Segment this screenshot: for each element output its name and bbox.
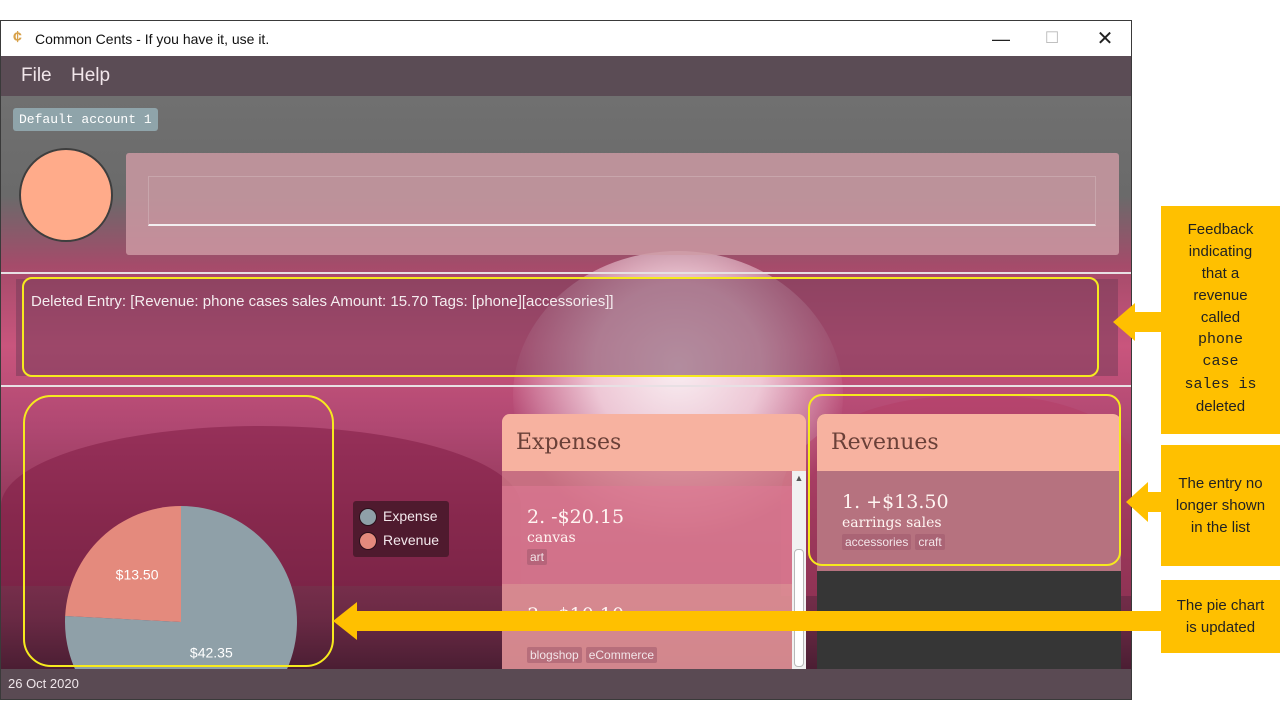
callout-line: longer shown (1175, 497, 1266, 514)
arrow-icon (1134, 312, 1161, 332)
callout-line: The pie chart (1176, 597, 1265, 614)
highlight-result-box (22, 277, 1099, 377)
divider (1, 385, 1131, 387)
callout-feedback: Feedback indicating that a revenue calle… (1161, 206, 1280, 434)
expense-entry[interactable]: 2. -$20.15 canvas art (502, 486, 792, 584)
arrow-left-icon (1113, 303, 1135, 341)
legend-item-revenue: Revenue (359, 529, 449, 553)
menu-file[interactable]: File (21, 65, 52, 87)
divider (1, 272, 1131, 274)
chart-legend: Expense Revenue (353, 501, 449, 557)
tag: eCommerce (585, 647, 658, 663)
highlight-pie-chart (23, 395, 334, 667)
highlight-revenues-list (808, 394, 1121, 566)
legend-swatch (359, 532, 377, 550)
legend-swatch (359, 508, 377, 526)
command-input[interactable] (148, 176, 1096, 226)
callout-line: is updated (1185, 619, 1256, 636)
expenses-header: Expenses (502, 414, 806, 471)
callout-line: sales is (1161, 373, 1280, 396)
entry-tags: art (527, 548, 551, 566)
cents-logo-icon: ¢ (13, 29, 22, 46)
arrow-left-icon (1126, 482, 1148, 522)
maximize-button[interactable]: ☐ (1032, 26, 1072, 52)
callout-line: Feedback (1187, 221, 1254, 238)
callout-line: indicating (1188, 243, 1253, 260)
callout-line: called (1200, 309, 1241, 326)
callout-line: in the list (1190, 519, 1251, 536)
status-date: 26 Oct 2020 (8, 676, 79, 691)
callout-line: deleted (1195, 398, 1246, 415)
arrow-icon (356, 611, 1161, 631)
window-title: Common Cents - If you have it, use it. (35, 31, 270, 47)
callout-line: sales is (1184, 376, 1257, 393)
entry-description: canvas (527, 530, 576, 546)
status-bar: 26 Oct 2020 (1, 669, 1131, 699)
entry-tags: blogshop eCommerce (527, 646, 661, 664)
expenses-panel: Expenses 2. -$20.15 canvas art 3. -$10.1… (502, 414, 806, 684)
scroll-up-icon[interactable]: ▲ (792, 471, 806, 485)
arrow-left-icon (333, 602, 357, 640)
command-panel (126, 153, 1119, 255)
scrollbar-thumb[interactable] (794, 549, 804, 667)
minimize-button[interactable]: — (981, 26, 1021, 52)
avatar (19, 148, 113, 242)
entry-title: 2. -$20.15 (527, 506, 625, 528)
legend-label: Revenue (383, 532, 440, 548)
callout-line: case (1202, 353, 1239, 370)
callout-line: that a (1201, 265, 1240, 282)
callout-line: revenue (1193, 287, 1248, 304)
callout-line: The entry no (1178, 475, 1263, 492)
menu-bar: File Help (1, 56, 1131, 96)
callout-line: phone (1197, 331, 1243, 348)
title-bar: ¢ Common Cents - If you have it, use it.… (1, 21, 1131, 56)
account-name-badge: Default account 1 (13, 108, 158, 131)
tag: art (527, 549, 548, 565)
legend-item-expense: Expense (359, 505, 449, 529)
tag: blogshop (527, 647, 582, 663)
callout-entry: The entry no longer shown in the list (1161, 445, 1280, 566)
menu-help[interactable]: Help (71, 65, 110, 87)
close-button[interactable]: ✕ (1085, 26, 1125, 52)
expenses-scrollbar[interactable]: ▲ ▼ (792, 471, 806, 684)
expenses-title: Expenses (516, 430, 622, 455)
callout-pie: The pie chart is updated (1161, 580, 1280, 653)
legend-label: Expense (383, 508, 438, 524)
arrow-icon (1147, 492, 1161, 512)
